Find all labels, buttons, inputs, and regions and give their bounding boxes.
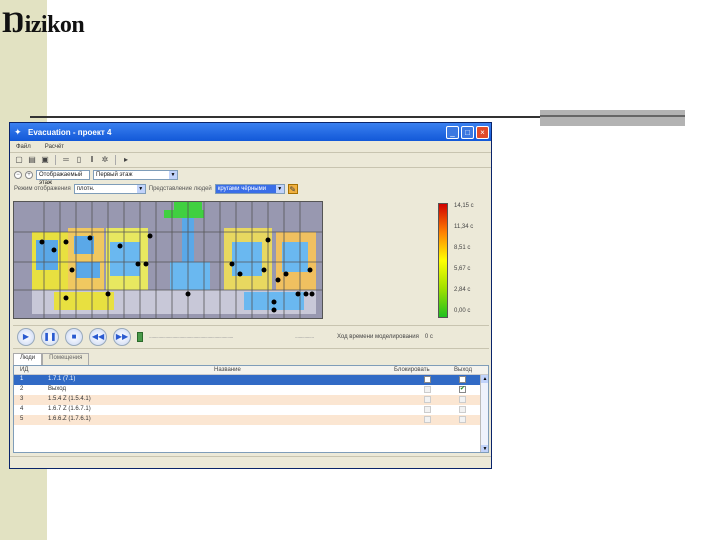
time-readout: 0 с [424,334,433,340]
settings-icon[interactable]: ✲ [100,155,110,165]
playback-bar: ▶ ❚❚ ■ ◀◀ ▶▶ ...........................… [13,325,489,349]
blocked-checkbox[interactable] [424,396,431,403]
toolbar: ▢ ▤ ▣ ═ ▯ ǁ ✲ ▸ [10,153,491,168]
people-tool-icon[interactable]: ǁ [87,155,97,165]
window-titlebar[interactable]: ✦ Evacuation - проект 4 _ □ × [10,123,491,141]
new-file-icon[interactable]: ▢ [14,155,24,165]
legend-label: 11,34 с [454,224,474,230]
palette-icon[interactable]: ✎ [287,184,298,194]
tab-people[interactable]: Люди [13,353,43,365]
col-blocked[interactable]: Блокировать [394,367,430,373]
col-exit[interactable]: Выход [454,367,472,373]
chevron-down-icon: ▼ [275,185,284,193]
col-name[interactable]: Название [214,367,241,373]
row-name: 1.7.1 (7.1) [48,376,76,382]
people-label: Представление людей [148,186,212,192]
progress-track: ................ [295,334,314,340]
table-row[interactable]: 5 1.6.6.Z (1.7.6.1) [14,415,488,425]
col-id[interactable]: ИД [20,367,28,373]
open-folder-icon[interactable]: ▤ [27,155,37,165]
timeline-slider[interactable] [137,332,143,342]
row-name: Выход [48,386,66,392]
maximize-button[interactable]: □ [461,125,474,139]
zoom-in-icon[interactable]: + [25,171,33,179]
floor-label: Отображаемый этаж [36,170,90,186]
floor-plan-map[interactable] [13,201,323,319]
blocked-checkbox[interactable] [424,406,431,413]
table-header: ИД Название Блокировать Выход [14,366,488,375]
fast-forward-icon[interactable]: ▶▶ [113,328,131,346]
divider-line [30,116,540,118]
app-window: ✦ Evacuation - проект 4 _ □ × Файл Расчё… [9,122,492,469]
time-legend-bar [438,203,448,318]
floor-row: − + Отображаемый этаж Первый этаж ▼ [10,168,491,186]
menu-calculation[interactable]: Расчёт [45,144,64,150]
blocked-checkbox[interactable] [424,376,431,383]
legend-label: 0,00 с [454,308,471,314]
tab-rooms[interactable]: Помещения [42,353,90,365]
display-row: Режим отображения плотн. ▼ Представление … [10,182,491,196]
rooms-table: ИД Название Блокировать Выход 1 1.7.1 (7… [13,365,489,453]
floor-select[interactable]: Первый этаж ▼ [93,170,178,180]
row-name: 1.6.6.Z (1.7.6.1) [48,416,91,422]
row-id: 4 [20,406,24,412]
status-text: Ход времени моделирования [337,334,419,340]
timeline-track[interactable]: ........................................… [149,334,289,340]
zoom-out-icon[interactable]: − [14,171,22,179]
exit-checkbox[interactable] [459,416,466,423]
save-icon[interactable]: ▣ [40,155,50,165]
row-id: 3 [20,396,24,402]
legend-label: 14,15 с [454,203,474,209]
blocked-checkbox[interactable] [424,416,431,423]
table-row[interactable]: 4 1.6.7 Z (1.6.7.1) [14,405,488,415]
menu-bar: Файл Расчёт [10,141,491,153]
run-icon[interactable]: ▸ [121,155,131,165]
chevron-down-icon: ▼ [136,185,145,193]
row-id: 2 [20,386,24,392]
legend-label: 2,84 с [454,287,471,293]
exit-checkbox[interactable] [459,376,466,383]
legend-label: 8,51 с [454,245,471,251]
door-tool-icon[interactable]: ▯ [74,155,84,165]
table-row[interactable]: 3 1.5.4 Z (1.5.4.1) [14,395,488,405]
row-id: 5 [20,416,24,422]
rizikon-logo: Ŋizikon [2,6,85,39]
tab-strip: Люди Помещения [13,353,90,365]
pause-icon[interactable]: ❚❚ [41,328,59,346]
exit-checkbox[interactable] [459,406,466,413]
decor-bar [540,110,685,126]
table-row[interactable]: 2 Выход ✔ [14,385,488,395]
exit-checkbox[interactable]: ✔ [459,386,466,393]
exit-checkbox[interactable] [459,396,466,403]
app-icon: ✦ [14,127,22,137]
status-bar [10,456,491,468]
minimize-button[interactable]: _ [446,125,459,139]
play-icon[interactable]: ▶ [17,328,35,346]
table-scrollbar[interactable]: ▲ ▼ [480,375,488,452]
row-name: 1.5.4 Z (1.5.4.1) [48,396,91,402]
chevron-down-icon: ▼ [169,171,177,179]
blocked-checkbox[interactable] [424,386,431,393]
scroll-down-icon[interactable]: ▼ [481,445,488,452]
menu-file[interactable]: Файл [16,144,31,150]
table-row[interactable]: 1 1.7.1 (7.1) [14,375,488,385]
row-name: 1.6.7 Z (1.6.7.1) [48,406,91,412]
close-button[interactable]: × [476,125,489,139]
row-id: 1 [20,376,24,382]
stop-icon[interactable]: ■ [65,328,83,346]
wall-tool-icon[interactable]: ═ [61,155,71,165]
window-title: Evacuation - проект 4 [28,127,112,137]
rewind-icon[interactable]: ◀◀ [89,328,107,346]
scroll-up-icon[interactable]: ▲ [481,375,488,383]
mode-select[interactable]: плотн. ▼ [73,184,146,194]
legend-label: 5,67 с [454,266,471,272]
people-select[interactable]: кругами чёрными ▼ [214,184,285,194]
